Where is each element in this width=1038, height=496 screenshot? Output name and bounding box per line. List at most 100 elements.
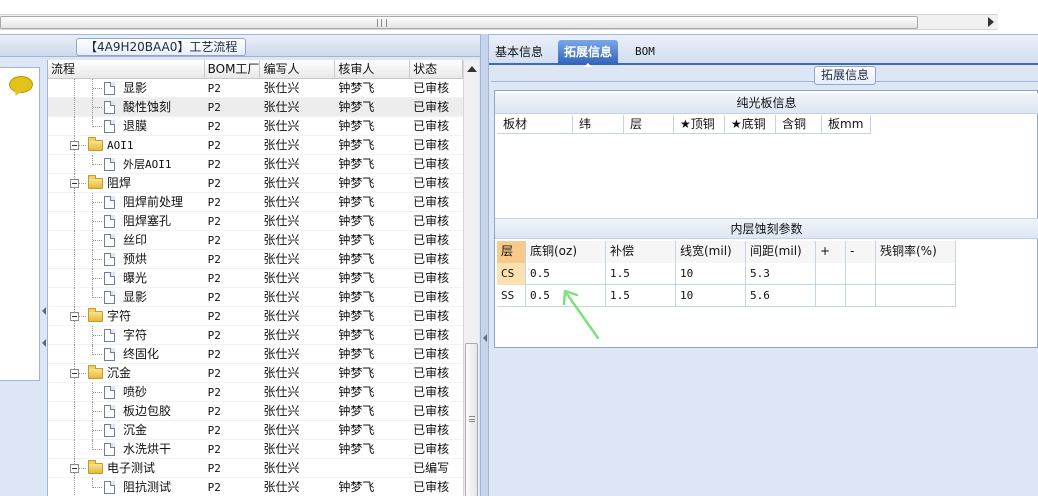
column-header-base-copper[interactable]: 底铜(oz) bbox=[526, 241, 606, 263]
tree-row[interactable]: 曝光 P2 张仕兴 钟梦飞 已审核 bbox=[48, 269, 463, 288]
flow-cell[interactable]: 沉金 bbox=[48, 421, 205, 440]
tree-row[interactable]: 阻焊 P2 张仕兴 钟梦飞 已审核 bbox=[48, 174, 463, 193]
status-cell[interactable]: 已审核 bbox=[410, 383, 463, 402]
compensation-cell[interactable]: 1.5 bbox=[606, 285, 676, 307]
tree-row[interactable]: 丝印 P2 张仕兴 钟梦飞 已审核 bbox=[48, 231, 463, 250]
reviewer-cell[interactable]: 钟梦飞 bbox=[335, 307, 410, 326]
vertical-scrollbar-thumb[interactable] bbox=[465, 343, 478, 496]
bom-factory-cell[interactable]: P2 bbox=[205, 79, 261, 98]
writer-cell[interactable]: 张仕兴 bbox=[260, 459, 335, 478]
tree-node-label[interactable]: 丝印 bbox=[123, 231, 147, 250]
tree-row[interactable]: 电子测试 P2 张仕兴 已编写 bbox=[48, 459, 463, 478]
bom-factory-cell[interactable]: P2 bbox=[205, 421, 261, 440]
bom-factory-cell[interactable]: P2 bbox=[205, 231, 261, 250]
status-cell[interactable]: 已审核 bbox=[410, 421, 463, 440]
reviewer-cell[interactable]: 钟梦飞 bbox=[335, 288, 410, 307]
tree-row[interactable]: 板边包胶 P2 张仕兴 钟梦飞 已审核 bbox=[48, 402, 463, 421]
writer-cell[interactable]: 张仕兴 bbox=[260, 383, 335, 402]
column-header-status[interactable]: 状态 bbox=[410, 60, 463, 79]
reviewer-cell[interactable] bbox=[335, 459, 410, 478]
tab-basic-info[interactable]: 基本信息 bbox=[489, 40, 549, 65]
status-cell[interactable]: 已审核 bbox=[410, 98, 463, 117]
tree-row[interactable]: 酸性蚀刻 P2 张仕兴 钟梦飞 已审核 bbox=[48, 98, 463, 117]
writer-cell[interactable]: 张仕兴 bbox=[260, 79, 335, 98]
reviewer-cell[interactable]: 钟梦飞 bbox=[335, 79, 410, 98]
tree-node-label[interactable]: 退膜 bbox=[123, 117, 147, 136]
column-header-bom-factory[interactable]: BOM工厂 bbox=[205, 60, 261, 79]
flow-cell[interactable]: 水洗烘干 bbox=[48, 440, 205, 459]
tree-node-label[interactable]: 水洗烘干 bbox=[123, 440, 171, 459]
writer-cell[interactable]: 张仕兴 bbox=[260, 440, 335, 459]
column-header-minus[interactable]: - bbox=[846, 241, 876, 263]
tree-vertical-scrollbar[interactable] bbox=[463, 60, 479, 496]
writer-cell[interactable]: 张仕兴 bbox=[260, 98, 335, 117]
bom-factory-cell[interactable]: P2 bbox=[205, 478, 261, 496]
reviewer-cell[interactable]: 钟梦飞 bbox=[335, 440, 410, 459]
tree-row[interactable]: 外层AOI1 P2 张仕兴 钟梦飞 已审核 bbox=[48, 155, 463, 174]
writer-cell[interactable]: 张仕兴 bbox=[260, 269, 335, 288]
status-cell[interactable]: 已审核 bbox=[410, 307, 463, 326]
status-cell[interactable]: 已审核 bbox=[410, 288, 463, 307]
scroll-up-arrow-icon[interactable] bbox=[467, 66, 477, 72]
bom-factory-cell[interactable]: P2 bbox=[205, 174, 261, 193]
bom-factory-cell[interactable]: P2 bbox=[205, 326, 261, 345]
tab-extended-info[interactable]: 拓展信息 bbox=[558, 40, 619, 67]
tree-node-label[interactable]: 沉金 bbox=[107, 364, 131, 383]
bom-factory-cell[interactable]: P2 bbox=[205, 212, 261, 231]
collapse-toggle-icon[interactable] bbox=[70, 179, 79, 188]
tree-row[interactable]: 沉金 P2 张仕兴 钟梦飞 已审核 bbox=[48, 421, 463, 440]
bom-factory-cell[interactable]: P2 bbox=[205, 98, 261, 117]
tree-row[interactable]: 显影 P2 张仕兴 钟梦飞 已审核 bbox=[48, 288, 463, 307]
flow-cell[interactable]: 酸性蚀刻 bbox=[48, 98, 205, 117]
flow-cell[interactable]: 曝光 bbox=[48, 269, 205, 288]
tree-row[interactable]: 阻焊前处理 P2 张仕兴 钟梦飞 已审核 bbox=[48, 193, 463, 212]
spacing-cell[interactable]: 5.3 bbox=[746, 263, 816, 285]
bom-factory-cell[interactable]: P2 bbox=[205, 345, 261, 364]
tree-node-label[interactable]: 阻抗测试 bbox=[123, 478, 171, 496]
tree-node-label[interactable]: 显影 bbox=[123, 288, 147, 307]
bom-factory-cell[interactable]: P2 bbox=[205, 117, 261, 136]
spacing-cell[interactable]: 5.6 bbox=[746, 285, 816, 307]
tree-node-label[interactable]: 沉金 bbox=[123, 421, 147, 440]
bom-factory-cell[interactable]: P2 bbox=[205, 364, 261, 383]
tree-row[interactable]: 字符 P2 张仕兴 钟梦飞 已审核 bbox=[48, 307, 463, 326]
flow-cell[interactable]: 沉金 bbox=[48, 364, 205, 383]
plus-cell[interactable] bbox=[816, 263, 846, 285]
bom-factory-cell[interactable]: P2 bbox=[205, 307, 261, 326]
line-width-cell[interactable]: 10 bbox=[676, 285, 746, 307]
tree-row[interactable]: 阻抗测试 P2 张仕兴 钟梦飞 已审核 bbox=[48, 478, 463, 496]
flow-cell[interactable]: 阻焊 bbox=[48, 174, 205, 193]
collapse-left-arrow-icon[interactable] bbox=[42, 307, 46, 315]
line-width-cell[interactable]: 10 bbox=[676, 263, 746, 285]
tree-node-label[interactable]: 曝光 bbox=[123, 269, 147, 288]
writer-cell[interactable]: 张仕兴 bbox=[260, 117, 335, 136]
collapse-toggle-icon[interactable] bbox=[70, 312, 79, 321]
compensation-cell[interactable]: 1.5 bbox=[606, 263, 676, 285]
tree-row[interactable]: 字符 P2 张仕兴 钟梦飞 已审核 bbox=[48, 326, 463, 345]
flow-cell[interactable]: 字符 bbox=[48, 307, 205, 326]
center-splitter[interactable] bbox=[480, 34, 489, 496]
reviewer-cell[interactable]: 钟梦飞 bbox=[335, 383, 410, 402]
bom-factory-cell[interactable]: P2 bbox=[205, 155, 261, 174]
column-header-residual-copper[interactable]: 残铜率(%) bbox=[876, 241, 956, 263]
column-header-bottom-copper[interactable]: ★底铜 bbox=[725, 115, 776, 134]
tree-row[interactable]: 阻焊塞孔 P2 张仕兴 钟梦飞 已审核 bbox=[48, 212, 463, 231]
column-header-board-material[interactable]: 板材 bbox=[497, 115, 573, 134]
horizontal-scrollbar-thumb[interactable] bbox=[0, 16, 918, 29]
residual-copper-cell[interactable] bbox=[876, 263, 956, 285]
reviewer-cell[interactable]: 钟梦飞 bbox=[335, 478, 410, 496]
column-header-weft[interactable]: 纬 bbox=[573, 115, 624, 134]
layer-cell[interactable]: CS bbox=[497, 263, 526, 285]
writer-cell[interactable]: 张仕兴 bbox=[260, 478, 335, 496]
bom-factory-cell[interactable]: P2 bbox=[205, 250, 261, 269]
bom-factory-cell[interactable]: P2 bbox=[205, 440, 261, 459]
writer-cell[interactable]: 张仕兴 bbox=[260, 364, 335, 383]
flow-cell[interactable]: AOI1 bbox=[48, 136, 205, 155]
writer-cell[interactable]: 张仕兴 bbox=[260, 345, 335, 364]
status-cell[interactable]: 已审核 bbox=[410, 269, 463, 288]
flow-cell[interactable]: 电子测试 bbox=[48, 459, 205, 478]
status-cell[interactable]: 已审核 bbox=[410, 250, 463, 269]
column-header-line-width[interactable]: 线宽(mil) bbox=[676, 241, 746, 263]
reviewer-cell[interactable]: 钟梦飞 bbox=[335, 212, 410, 231]
column-header-plus[interactable]: + bbox=[816, 241, 846, 263]
